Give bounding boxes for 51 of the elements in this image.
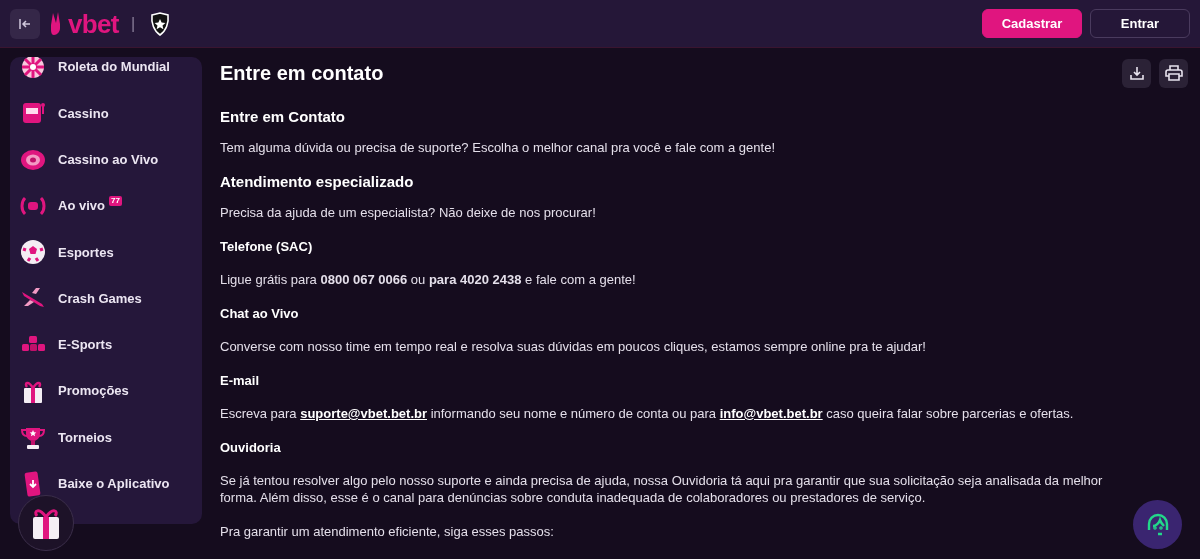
email-link[interactable]: info@vbet.bet.br [719, 406, 823, 421]
support-chat-button[interactable] [1133, 500, 1182, 549]
page-title: Entre em contato [220, 61, 384, 86]
download-button[interactable] [1122, 58, 1151, 88]
sidebar-item[interactable]: Cassino [10, 90, 202, 137]
soccer-ball-icon [20, 239, 46, 266]
login-button[interactable]: Entrar [1090, 9, 1190, 38]
section-heading: Entre em Contato [220, 108, 346, 125]
sidebar-label: Crash Games [58, 289, 142, 308]
sidebar-label: Promoções [58, 382, 129, 401]
section-heading: Atendimento especializado [220, 173, 415, 190]
email-link[interactable]: suporte@vbet.bet.br [300, 406, 427, 421]
sidebar-label: Cassino [58, 104, 109, 123]
shield-star-icon [149, 11, 172, 36]
count-badge: 77 [108, 196, 122, 207]
paragraph: Ligue grátis para 0800 067 0066 ou para 4020 2438 e fale com a gente! [220, 271, 636, 288]
subsection-heading: Ouvidoria [220, 439, 282, 456]
paragraph: Pra garantir um atendimento eficiente, siga esses passos: [220, 523, 554, 540]
roulette-wheel-icon [20, 57, 46, 81]
sidebar-label: Torneios [58, 428, 112, 447]
paragraph: Tem alguma dúvida ou precisa de suporte? Escolha o melhor canal pra você e fale com a gente! [220, 139, 775, 156]
sidebar-label: Cassino ao Vivo [58, 151, 159, 169]
subsection-heading: Telefone (SAC) [220, 238, 314, 255]
sidebar-item[interactable]: Esportes [10, 229, 202, 276]
sidebar-label: Baixe o Aplicativo [58, 475, 170, 494]
register-button[interactable]: Cadastrar [982, 9, 1082, 38]
sidebar-label: Esportes [58, 243, 114, 262]
download-icon [1128, 65, 1145, 81]
paragraph: Precisa da ajuda de um especialista? Não deixe de nos procurar! [220, 204, 596, 221]
print-button[interactable] [1159, 58, 1188, 88]
paragraph: Se já tentou resolver algo pelo nosso suporte e ainda precisa de ajuda, nossa Ouvidoria tá aqui pra garantir que sua solicitação seja analisada da melhor forma. Além disso, esse é o canal para denúncias sobre conduta inadequada de colaboradores ou prestadores de serviço. [220, 472, 1104, 506]
sidebar-label: Roleta do Mundial [58, 58, 170, 77]
paragraph: Converse com nosso time em tempo real e resolva suas dúvidas em poucos cliques, estamos sempre online pra te ajudar! [220, 338, 926, 355]
sidebar-item[interactable]: Ao vivo 77 [10, 182, 202, 230]
subsection-heading: E-mail [220, 372, 260, 389]
sidebar-item[interactable]: Roleta do Mundial [10, 57, 202, 91]
collapse-sidebar-button[interactable] [10, 8, 40, 39]
subsection-heading: Chat ao Vivo [220, 305, 300, 322]
paragraph: Escreva para suporte@vbet.bet.br informando seu nome e número de conta ou para info@vbet.bet.br caso queira falar sobre parcerias e ofertas. [220, 405, 1074, 422]
sidebar-item[interactable]: Torneios [10, 414, 202, 461]
sidebar-item[interactable]: E-Sports [10, 321, 202, 369]
brand-logo[interactable]: vbet [68, 10, 119, 37]
sidebar-item[interactable]: Cassino ao Vivo [10, 136, 202, 183]
sidebar-item[interactable]: Baixe o Aplicativo [10, 460, 202, 507]
collapse-icon [18, 16, 32, 31]
sidebar-label: E-Sports [58, 336, 113, 355]
sidebar-item[interactable]: Promoções [10, 368, 202, 415]
separator: | [130, 13, 136, 34]
sidebar-item[interactable]: Crash Games [10, 275, 202, 322]
sidebar-label: Ao vivo [58, 197, 105, 216]
print-icon [1164, 65, 1183, 81]
